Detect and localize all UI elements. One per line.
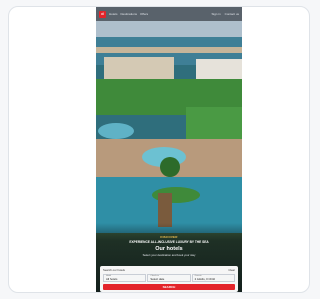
search-clear-link[interactable]: Clear: [228, 268, 235, 272]
search-panel-title: Search our hotels: [103, 268, 125, 272]
bridge: [158, 193, 172, 227]
guests-value: 2 Adults, 0 Child: [194, 277, 215, 281]
top-navigation-bar: d Hotels Destinations Offers Sign in Con…: [96, 7, 242, 21]
nav-link-offers[interactable]: Offers: [140, 12, 148, 16]
check-in-date-field[interactable]: Check-in Select date: [147, 274, 191, 282]
hotel-select-value: All hotels: [106, 277, 118, 281]
hero-title: Our hotels: [155, 245, 183, 252]
preview-card: d Hotels Destinations Offers Sign in Con…: [8, 6, 310, 293]
search-button[interactable]: SEARCH: [103, 284, 235, 290]
nav-link-sign-in[interactable]: Sign in: [211, 12, 220, 16]
booking-search-panel: Search our hotels Clear Hotel All hotels…: [100, 266, 238, 292]
nav-link-contact[interactable]: Contact us: [225, 12, 239, 16]
hero-subtitle: Select your destination and book your st…: [142, 252, 196, 257]
nav-right-group: Sign in Contact us: [207, 12, 239, 16]
nav-link-destinations[interactable]: Destinations: [121, 12, 138, 16]
hotel-select[interactable]: Hotel All hotels: [103, 274, 147, 282]
nav-link-hotels[interactable]: Hotels: [109, 12, 118, 16]
resort-buildings-left: [104, 57, 174, 79]
mobile-page-preview: d Hotels Destinations Offers Sign in Con…: [96, 7, 242, 292]
pool-left: [98, 123, 134, 139]
guests-field[interactable]: Guests 2 Adults, 0 Child: [191, 274, 235, 282]
far-coast: [96, 47, 242, 53]
hero-headline: EXPERIENCE ALL-INCLUSIVE LUXURY BY THE S…: [129, 240, 209, 244]
check-in-value: Select date: [150, 277, 165, 281]
hero-eyebrow: DISCOVER: [160, 235, 178, 239]
brand-logo-letter: d: [101, 11, 104, 16]
search-fields-row: Hotel All hotels Check-in Select date Gu…: [103, 274, 235, 282]
hero-text-block: DISCOVER EXPERIENCE ALL-INCLUSIVE LUXURY…: [102, 235, 236, 257]
lawn-right: [186, 107, 242, 143]
brand-logo[interactable]: d: [99, 10, 106, 18]
search-panel-header: Search our hotels Clear: [103, 268, 235, 272]
tree: [160, 157, 180, 177]
